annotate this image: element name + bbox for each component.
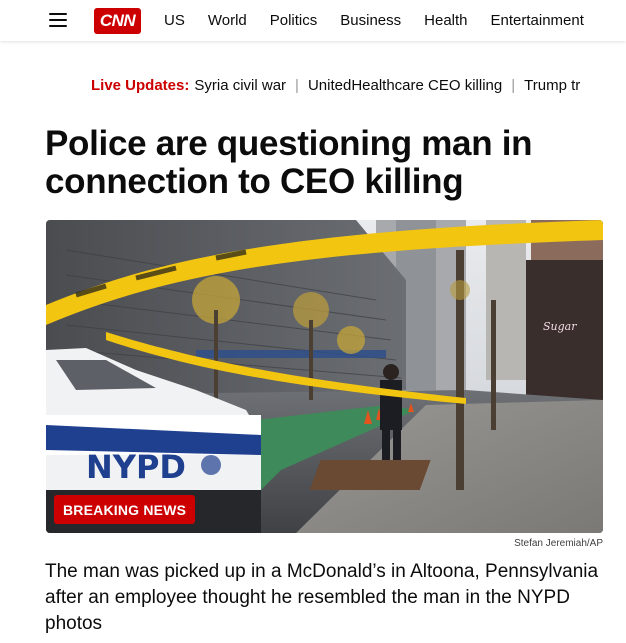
live-updates-bar: Live Updates: Syria civil war | UnitedHe… <box>91 74 626 96</box>
svg-text:NYPD: NYPD <box>86 448 186 486</box>
divider: | <box>511 76 516 94</box>
nav-item-politics[interactable]: Politics <box>270 12 318 29</box>
divider: | <box>295 76 299 94</box>
live-topic-trump[interactable]: Trump tr <box>524 77 580 94</box>
live-topic-syria[interactable]: Syria civil war <box>194 77 286 94</box>
article-headline[interactable]: Police are questioning man in connection… <box>45 125 605 201</box>
nav-item-entertainment[interactable]: Entertainment <box>491 12 584 29</box>
breaking-news-badge: BREAKING NEWS <box>54 495 196 524</box>
nav-item-health[interactable]: Health <box>424 12 467 29</box>
nav-item-world[interactable]: World <box>208 12 247 29</box>
crime-scene-photo: Sugar NYPD <box>46 220 603 533</box>
hero-photo[interactable]: Sugar NYPD <box>46 220 603 533</box>
hamburger-menu-icon[interactable] <box>49 13 67 27</box>
live-updates-label: Live Updates: <box>91 76 190 94</box>
nav-item-us[interactable]: US <box>164 12 185 29</box>
live-topic-ceo-killing[interactable]: UnitedHealthcare CEO killing <box>308 77 502 94</box>
nav-item-business[interactable]: Business <box>340 12 401 29</box>
main-nav: US World Politics Business Health Entert… <box>164 0 607 41</box>
site-header: CNN US World Politics Business Health En… <box>0 0 626 41</box>
svg-text:Sugar: Sugar <box>543 320 577 333</box>
photo-credit: Stefan Jeremiah/AP <box>514 538 603 549</box>
logo-text: CNN <box>99 11 136 30</box>
article-summary[interactable]: The man was picked up in a McDonald’s in… <box>45 559 610 637</box>
cnn-logo[interactable]: CNN <box>94 8 141 34</box>
